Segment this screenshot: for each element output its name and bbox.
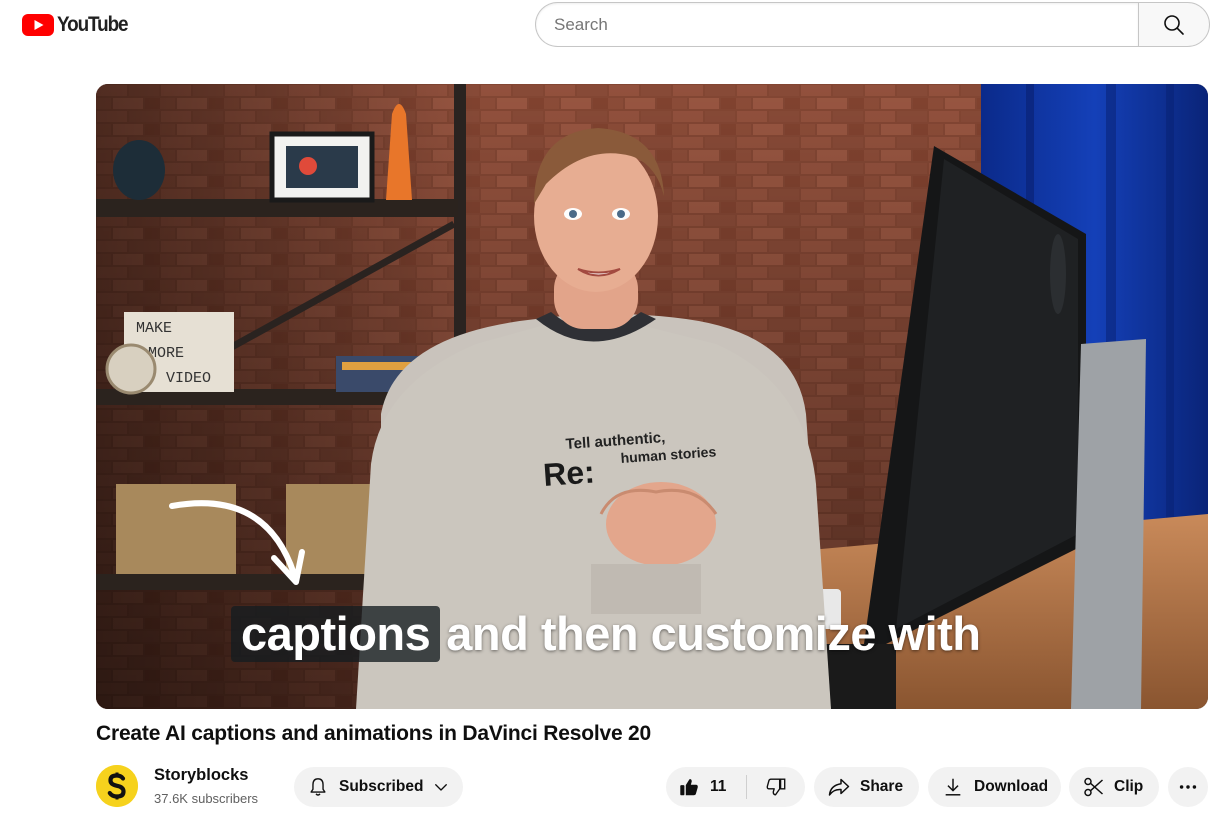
thumbs-up-icon (680, 779, 698, 796)
clip-button[interactable]: Clip (1069, 767, 1159, 807)
logo-wordmark: YouTube (57, 13, 129, 36)
svg-text:VIDEO: VIDEO (166, 370, 211, 387)
subscribed-button[interactable]: Subscribed (294, 767, 463, 807)
chevron-down-icon (435, 784, 448, 791)
caption-text: and then customize with (446, 607, 981, 660)
svg-text:Re:: Re: (542, 453, 596, 493)
search-icon (1164, 14, 1184, 35)
youtube-play-icon (22, 14, 54, 36)
download-label: Download (974, 778, 1049, 795)
channel-avatar[interactable] (96, 765, 138, 807)
video-caption: captions and then customize with (231, 606, 981, 662)
svg-text:MAKE: MAKE (136, 320, 172, 337)
download-icon (945, 778, 961, 796)
thumbs-down-icon (766, 778, 786, 796)
video-title: Create AI captions and animations in DaV… (96, 722, 652, 745)
storyblocks-logo-icon (96, 765, 138, 807)
dislike-button[interactable] (747, 767, 805, 807)
caption-highlighted-word: captions (231, 606, 441, 662)
scissors-icon (1084, 777, 1103, 797)
search-button[interactable] (1138, 2, 1210, 47)
youtube-logo[interactable]: YouTube (22, 12, 135, 38)
download-button[interactable]: Download (928, 767, 1061, 807)
more-horizontal-icon (1179, 785, 1197, 789)
search-input[interactable] (535, 2, 1138, 47)
like-count: 11 (710, 778, 727, 795)
video-player[interactable]: MAKE MORE VIDEO Tell authentic, human st… (96, 84, 1208, 709)
subscriber-count: 37.6K subscribers (154, 791, 259, 806)
subscribed-label: Subscribed (339, 778, 424, 795)
like-dislike-group: 11 (666, 767, 805, 807)
search-bar (535, 2, 1210, 47)
share-button[interactable]: Share (814, 767, 919, 807)
share-icon (828, 778, 850, 796)
bell-icon (310, 778, 326, 796)
clip-label: Clip (1114, 778, 1144, 795)
share-label: Share (860, 778, 904, 795)
channel-name[interactable]: Storyblocks (154, 766, 248, 785)
like-button[interactable]: 11 (666, 767, 746, 807)
more-actions-button[interactable] (1168, 767, 1208, 807)
